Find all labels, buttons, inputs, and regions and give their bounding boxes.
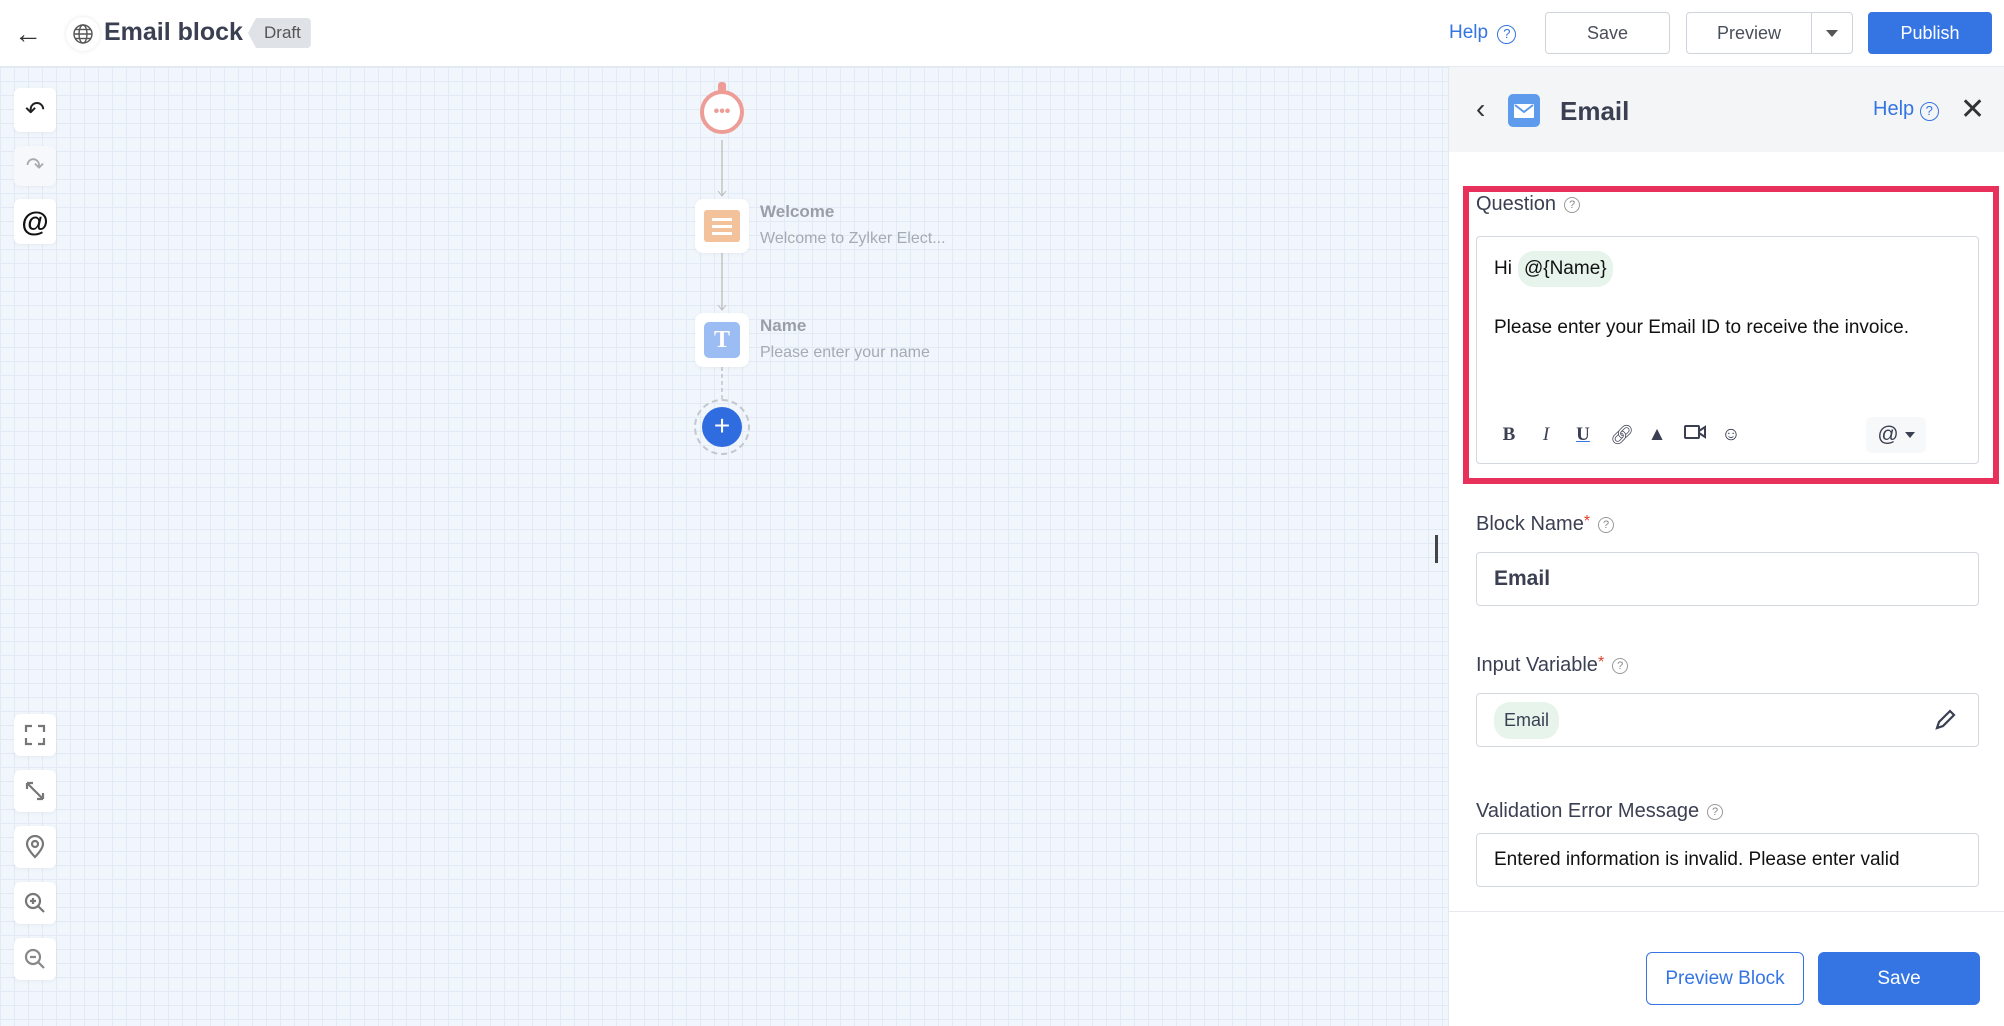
undo-button[interactable]: ↶ (14, 88, 56, 132)
emoji-icon[interactable]: ☺ (1721, 424, 1741, 446)
question-label: Question? (1476, 193, 1581, 216)
italic-icon[interactable]: I (1536, 424, 1556, 446)
variable-chip[interactable]: @{Name} (1517, 251, 1613, 287)
locate-button[interactable] (14, 826, 56, 868)
panel-help-link[interactable]: Help ? (1873, 98, 1939, 121)
plus-icon: + (702, 407, 742, 447)
redo-icon: ↷ (25, 153, 45, 178)
panel-back-icon[interactable]: ‹ (1476, 93, 1485, 125)
help-icon: ? (1564, 196, 1581, 213)
add-block-button[interactable]: + (694, 399, 750, 455)
input-variable-label: Input Variable*? (1476, 654, 1629, 677)
node-subtitle: Welcome to Zylker Elect... (760, 230, 946, 247)
block-name-label: Block Name*? (1476, 513, 1615, 536)
help-link[interactable]: Help ? (1449, 22, 1517, 44)
node-title: Name (760, 316, 807, 335)
zoom-out-icon (24, 948, 45, 969)
validation-message-input[interactable]: Entered information is invalid. Please e… (1476, 833, 1979, 887)
help-icon: ? (1497, 25, 1517, 44)
bot-start-icon: ••• (700, 90, 744, 134)
label-text: Block Name (1476, 513, 1584, 535)
page-title: Email block (104, 18, 243, 46)
required-asterisk: * (1597, 654, 1605, 671)
help-icon: ? (1612, 657, 1629, 674)
formatting-toolbar: B I U 🔗︎ ▲ ☺ (1499, 423, 1758, 447)
panel-title: Email (1560, 96, 1630, 126)
top-bar: ← Email block Draft Help ? Save Preview … (0, 0, 2004, 67)
back-arrow-icon[interactable]: ← (14, 18, 42, 50)
redo-button[interactable]: ↷ (14, 146, 56, 186)
node-title: Welcome (760, 202, 835, 221)
email-block-icon (1508, 94, 1540, 127)
variables-button[interactable]: @ (14, 199, 56, 244)
panel-save-button[interactable]: Save (1818, 952, 1980, 1005)
edit-pencil-icon[interactable] (1934, 709, 1956, 737)
fit-view-button[interactable] (14, 770, 56, 812)
panel-resize-handle[interactable] (1435, 535, 1438, 563)
mention-icon: @ (1877, 423, 1899, 446)
bold-icon[interactable]: B (1499, 424, 1519, 446)
question-body: Please enter your Email ID to receive th… (1494, 317, 1910, 338)
caret-down-icon (1904, 432, 1915, 438)
flow-node-welcome[interactable] (695, 199, 749, 253)
panel-footer-divider (1449, 911, 2004, 912)
label-text: Validation Error Message (1476, 800, 1700, 822)
globe-icon (66, 17, 100, 51)
help-icon: ? (1707, 803, 1724, 820)
zoom-in-button[interactable] (14, 882, 56, 924)
fullscreen-button[interactable] (14, 714, 56, 756)
save-button[interactable]: Save (1545, 12, 1670, 54)
fullscreen-icon (24, 724, 46, 746)
zoom-in-icon (24, 892, 45, 913)
flow-node-name[interactable]: T (695, 313, 749, 367)
label-text: Question (1476, 193, 1557, 215)
greeting-line: Hi @{Name} (1494, 251, 1613, 287)
zoom-out-button[interactable] (14, 938, 56, 980)
variable-chip: Email (1494, 701, 1560, 739)
at-icon: @ (21, 205, 49, 237)
input-variable-field[interactable]: Email (1476, 693, 1979, 747)
image-icon[interactable]: ▲ (1647, 424, 1667, 446)
link-icon[interactable]: 🔗︎ (1610, 423, 1634, 447)
question-editor[interactable]: Hi @{Name} Please enter your Email ID to… (1476, 236, 1979, 464)
help-label: Help (1449, 22, 1489, 43)
mention-dropdown[interactable]: @ (1866, 417, 1926, 453)
publish-button[interactable]: Publish (1868, 12, 1992, 54)
text-input-icon: T (704, 322, 740, 358)
label-text: Input Variable (1476, 654, 1598, 676)
location-pin-icon (25, 835, 45, 859)
undo-icon: ↶ (24, 96, 46, 124)
message-icon (704, 210, 740, 242)
preview-button[interactable]: Preview (1686, 12, 1812, 54)
node-subtitle: Please enter your name (760, 344, 930, 361)
caret-down-icon (1826, 29, 1838, 37)
help-icon: ? (1919, 102, 1939, 121)
preview-block-button[interactable]: Preview Block (1646, 952, 1804, 1005)
bot-antenna-icon (718, 82, 726, 92)
status-badge: Draft (248, 18, 311, 48)
preview-dropdown-button[interactable] (1811, 12, 1853, 54)
required-asterisk: * (1583, 513, 1591, 530)
help-label: Help (1873, 98, 1915, 120)
video-icon[interactable] (1684, 424, 1706, 446)
greeting-text: Hi (1494, 258, 1512, 279)
underline-icon[interactable]: U (1573, 424, 1593, 446)
help-icon: ? (1598, 516, 1615, 533)
block-name-input[interactable]: Email (1476, 552, 1979, 606)
close-icon[interactable]: ✕ (1960, 92, 1985, 127)
expand-icon (25, 781, 45, 801)
validation-label: Validation Error Message? (1476, 800, 1724, 823)
